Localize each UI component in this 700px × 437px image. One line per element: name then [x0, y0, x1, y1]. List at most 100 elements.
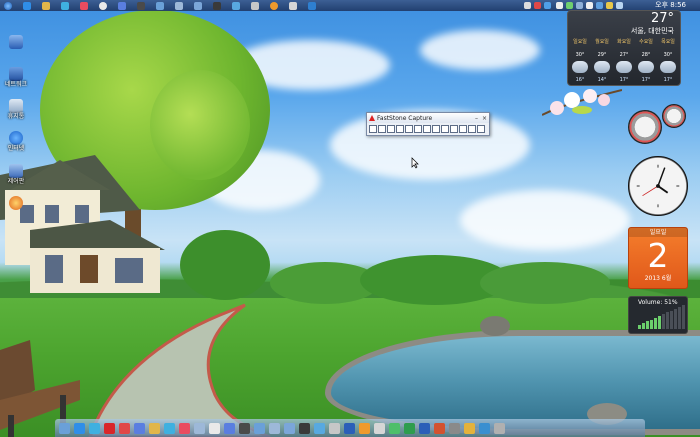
- ie-icon[interactable]: [23, 1, 31, 10]
- calendar-gadget[interactable]: 일요일 2 2013 6월: [628, 227, 688, 289]
- output-icon[interactable]: [450, 125, 458, 133]
- settings-icon[interactable]: [459, 125, 467, 133]
- tray-icon[interactable]: [524, 2, 531, 9]
- folder-icon[interactable]: [42, 1, 50, 10]
- network-tray-icon[interactable]: [59, 422, 70, 434]
- color-picker-icon[interactable]: [468, 125, 476, 133]
- xchat-icon[interactable]: [308, 1, 316, 10]
- game-icon[interactable]: [479, 422, 490, 434]
- chat-icon[interactable]: [389, 422, 400, 434]
- cloud-icon: [638, 61, 654, 73]
- film-icon[interactable]: [213, 1, 221, 10]
- d-app-icon[interactable]: [118, 1, 126, 10]
- bush: [180, 230, 270, 300]
- network-icon[interactable]: [254, 422, 265, 434]
- opera-icon[interactable]: [104, 422, 115, 434]
- tray-icon[interactable]: [586, 2, 593, 9]
- image-icon[interactable]: [314, 422, 325, 434]
- d-app-icon[interactable]: [224, 422, 235, 434]
- video-icon[interactable]: [239, 422, 250, 434]
- app-icon[interactable]: [80, 1, 88, 10]
- tray-icon[interactable]: [566, 2, 573, 9]
- capture-fixed-region-icon[interactable]: [423, 125, 431, 133]
- open-file-icon[interactable]: [441, 125, 449, 133]
- tray-icon[interactable]: [556, 2, 563, 9]
- forecast-high: 30°: [663, 52, 673, 58]
- faststone-capture-toolbar[interactable]: FastStone Capture – ×: [366, 112, 490, 136]
- capture-scrolling-icon[interactable]: [414, 125, 422, 133]
- minute-hand: [657, 167, 666, 187]
- record-video-icon[interactable]: [432, 125, 440, 133]
- capture-rectangle-icon[interactable]: [387, 125, 395, 133]
- note-icon[interactable]: [289, 1, 297, 10]
- faststone-titlebar[interactable]: FastStone Capture – ×: [367, 113, 489, 123]
- tools-icon[interactable]: [494, 422, 505, 434]
- desktop-icon-network[interactable]: 네트워크: [3, 67, 29, 88]
- paint-icon[interactable]: [359, 422, 370, 434]
- start-orb-icon[interactable]: [4, 1, 12, 10]
- capture-window-object-icon[interactable]: [378, 125, 386, 133]
- app-icon[interactable]: [179, 422, 190, 434]
- word2-icon[interactable]: [419, 422, 430, 434]
- excel-icon[interactable]: [404, 422, 415, 434]
- desktop-icon-internet[interactable]: 인터넷: [3, 131, 29, 152]
- desktop-icon-control-panel[interactable]: 제어판: [3, 164, 29, 185]
- app-blue-icon[interactable]: [89, 422, 100, 434]
- capture-freehand-icon[interactable]: [396, 125, 404, 133]
- desktop-icon-recycle-bin[interactable]: 휴지통: [3, 99, 29, 120]
- tray-icon[interactable]: [534, 2, 541, 9]
- window-icon[interactable]: [194, 1, 202, 10]
- chrome-icon[interactable]: [464, 422, 475, 434]
- clock-app-icon[interactable]: [209, 422, 220, 434]
- tray-icon[interactable]: [544, 2, 551, 9]
- calendar-year-month: 2013 6월: [644, 275, 672, 282]
- speaker-icon[interactable]: [616, 2, 623, 9]
- powerpoint-icon[interactable]: [434, 422, 445, 434]
- desktop-icon-app[interactable]: [3, 196, 29, 210]
- forecast-high: 27°: [619, 52, 629, 58]
- desktop-icon-label: 휴지통: [7, 113, 25, 120]
- video-icon[interactable]: [137, 1, 145, 10]
- faststone-logo-icon: [369, 115, 375, 121]
- volume-gadget[interactable]: Volume: 51%: [628, 296, 688, 334]
- red-app-icon[interactable]: [119, 422, 130, 434]
- player-icon[interactable]: [134, 422, 145, 434]
- desktop-icon-label: 인터넷: [7, 145, 25, 152]
- paint-icon[interactable]: [270, 1, 278, 10]
- forecast-high: 29°: [597, 52, 607, 58]
- film-icon[interactable]: [299, 422, 310, 434]
- monitor-icon[interactable]: [175, 1, 183, 10]
- close-icon[interactable]: ×: [481, 115, 488, 122]
- volume-level-bar: [654, 317, 657, 329]
- capture-full-screen-icon[interactable]: [405, 125, 413, 133]
- app-icon2[interactable]: [449, 422, 460, 434]
- image-icon[interactable]: [232, 1, 240, 10]
- pin-icon[interactable]: [251, 1, 259, 10]
- desktop-icon-label: 네트워크: [4, 81, 28, 88]
- window-icon[interactable]: [284, 422, 295, 434]
- desktop-icon-computer[interactable]: [3, 35, 29, 49]
- clock-gadget[interactable]: [628, 156, 688, 216]
- ie-icon[interactable]: [74, 422, 85, 434]
- memory-gauge[interactable]: [662, 104, 686, 128]
- clock-app-icon[interactable]: [99, 1, 107, 10]
- capture-active-window-icon[interactable]: [369, 125, 377, 133]
- network-icon[interactable]: [156, 1, 164, 10]
- note-icon[interactable]: [374, 422, 385, 434]
- pin-icon[interactable]: [329, 422, 340, 434]
- minimize-icon[interactable]: –: [473, 115, 480, 122]
- cpu-gauge[interactable]: [628, 110, 662, 144]
- tray-icon[interactable]: [606, 2, 613, 9]
- media-icon[interactable]: [164, 422, 175, 434]
- tray-icon[interactable]: [596, 2, 603, 9]
- bush: [480, 262, 610, 304]
- word-icon[interactable]: [344, 422, 355, 434]
- media-icon[interactable]: [61, 1, 69, 10]
- help-icon[interactable]: [477, 125, 485, 133]
- folder-icon[interactable]: [149, 422, 160, 434]
- tray-icon[interactable]: [576, 2, 583, 9]
- cloud: [460, 190, 630, 250]
- forecast-day: 수요일: [639, 39, 653, 45]
- monitor-icon[interactable]: [269, 422, 280, 434]
- settings-icon[interactable]: [194, 422, 205, 434]
